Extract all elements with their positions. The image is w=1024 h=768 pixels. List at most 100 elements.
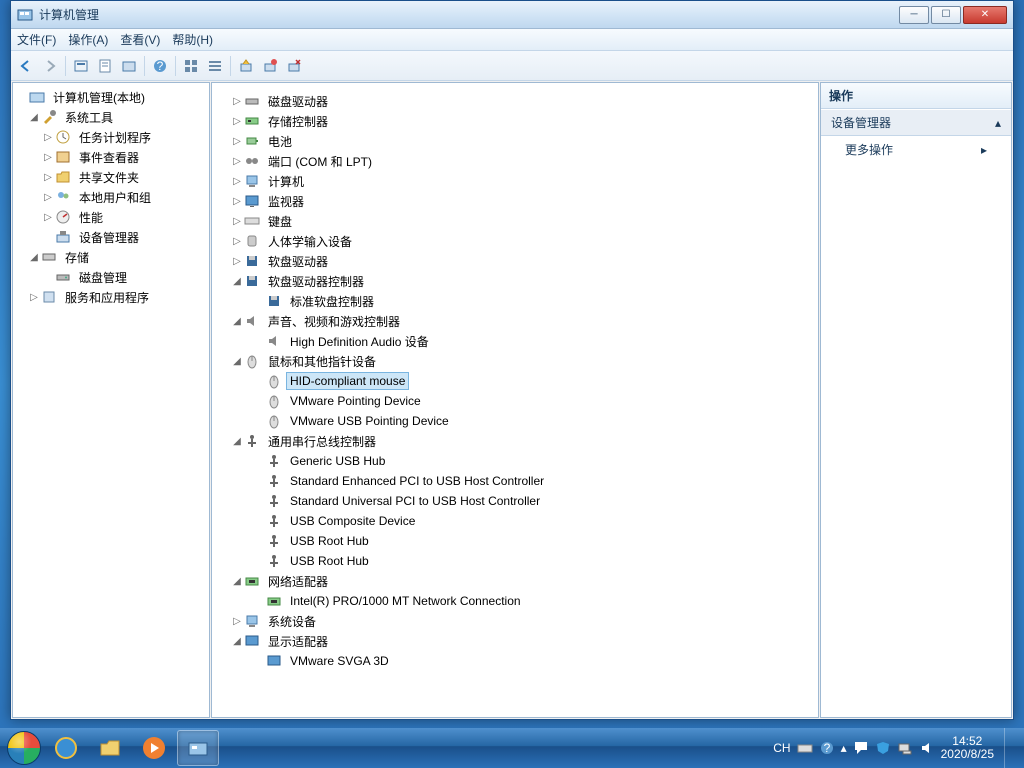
tree-systools[interactable]: ◢系统工具 bbox=[13, 107, 209, 127]
tree-devmgr[interactable]: 设备管理器 bbox=[13, 227, 209, 247]
close-button[interactable]: ✕ bbox=[963, 6, 1007, 24]
toggle-icon[interactable]: ◢ bbox=[230, 316, 244, 327]
actions-section[interactable]: 设备管理器 ▴ bbox=[821, 109, 1011, 136]
device-usb_c1[interactable]: Generic USB Hub bbox=[212, 451, 818, 471]
device-storctrl[interactable]: ▷存储控制器 bbox=[212, 111, 818, 131]
view-detail-button[interactable] bbox=[204, 55, 226, 77]
help-button[interactable]: ? bbox=[149, 55, 171, 77]
toggle-icon[interactable]: ▷ bbox=[230, 136, 244, 147]
device-disk[interactable]: ▷磁盘驱动器 bbox=[212, 91, 818, 111]
titlebar[interactable]: 计算机管理 ─ ☐ ✕ bbox=[11, 1, 1013, 29]
expand-icon[interactable]: ▷ bbox=[27, 292, 41, 303]
toggle-icon[interactable]: ▷ bbox=[230, 96, 244, 107]
toggle-icon[interactable]: ▷ bbox=[230, 616, 244, 627]
device-usb_c2[interactable]: Standard Enhanced PCI to USB Host Contro… bbox=[212, 471, 818, 491]
device-keyboard[interactable]: ▷键盘 bbox=[212, 211, 818, 231]
toggle-icon[interactable]: ◢ bbox=[230, 576, 244, 587]
expand-icon[interactable]: ▷ bbox=[41, 132, 55, 143]
tree-storage[interactable]: ◢存储 bbox=[13, 247, 209, 267]
actions-more[interactable]: 更多操作 ▸ bbox=[821, 136, 1011, 163]
device-display_c[interactable]: VMware SVGA 3D bbox=[212, 651, 818, 671]
device-display[interactable]: ◢显示适配器 bbox=[212, 631, 818, 651]
volume-tray-icon[interactable] bbox=[919, 740, 935, 756]
device-monitor[interactable]: ▷监视器 bbox=[212, 191, 818, 211]
collapse-icon[interactable]: ◢ bbox=[27, 252, 41, 263]
toggle-icon[interactable]: ◢ bbox=[230, 436, 244, 447]
taskbar-ie[interactable] bbox=[45, 730, 87, 766]
device-mouse_c1[interactable]: HID-compliant mouse bbox=[212, 371, 818, 391]
device-mouse_c3[interactable]: VMware USB Pointing Device bbox=[212, 411, 818, 431]
scan-button[interactable] bbox=[235, 55, 257, 77]
tree-perf[interactable]: ▷性能 bbox=[13, 207, 209, 227]
start-button[interactable] bbox=[4, 728, 44, 768]
device-usb_c3[interactable]: Standard Universal PCI to USB Host Contr… bbox=[212, 491, 818, 511]
tree-shared[interactable]: ▷共享文件夹 bbox=[13, 167, 209, 187]
tree-users[interactable]: ▷本地用户和组 bbox=[13, 187, 209, 207]
expand-icon[interactable]: ▷ bbox=[41, 172, 55, 183]
toggle-icon[interactable]: ▷ bbox=[230, 196, 244, 207]
tray-clock[interactable]: 14:52 2020/8/25 bbox=[941, 735, 994, 761]
keyboard-tray-icon[interactable] bbox=[797, 740, 813, 756]
tree-task[interactable]: ▷任务计划程序 bbox=[13, 127, 209, 147]
device-mouse_c2[interactable]: VMware Pointing Device bbox=[212, 391, 818, 411]
up-button[interactable] bbox=[70, 55, 92, 77]
help-tray-icon[interactable]: ? bbox=[819, 740, 835, 756]
network-tray-icon[interactable] bbox=[897, 740, 913, 756]
export-button[interactable] bbox=[118, 55, 140, 77]
menu-view[interactable]: 查看(V) bbox=[120, 31, 160, 48]
action-center-icon[interactable] bbox=[853, 740, 869, 756]
toggle-icon[interactable]: ▷ bbox=[230, 176, 244, 187]
toggle-icon[interactable]: ▷ bbox=[230, 216, 244, 227]
device-sound_c[interactable]: High Definition Audio 设备 bbox=[212, 331, 818, 351]
minimize-button[interactable]: ─ bbox=[899, 6, 929, 24]
shield-tray-icon[interactable] bbox=[875, 740, 891, 756]
update-button[interactable] bbox=[259, 55, 281, 77]
toggle-icon[interactable]: ▷ bbox=[230, 116, 244, 127]
view-large-button[interactable] bbox=[180, 55, 202, 77]
menu-action[interactable]: 操作(A) bbox=[68, 31, 108, 48]
forward-button[interactable] bbox=[39, 55, 61, 77]
ime-indicator[interactable]: CH bbox=[773, 741, 790, 755]
device-sound[interactable]: ◢声音、视频和游戏控制器 bbox=[212, 311, 818, 331]
device-sysdev[interactable]: ▷系统设备 bbox=[212, 611, 818, 631]
toggle-icon[interactable]: ▷ bbox=[230, 256, 244, 267]
tree-diskmgmt[interactable]: 磁盘管理 bbox=[13, 267, 209, 287]
device-net[interactable]: ◢网络适配器 bbox=[212, 571, 818, 591]
toggle-icon[interactable]: ▷ bbox=[230, 156, 244, 167]
tree-root[interactable]: 计算机管理(本地) bbox=[13, 87, 209, 107]
tray-chevron-icon[interactable]: ▴ bbox=[841, 741, 847, 755]
device-hid[interactable]: ▷人体学输入设备 bbox=[212, 231, 818, 251]
device-floppy[interactable]: ▷软盘驱动器 bbox=[212, 251, 818, 271]
toggle-icon[interactable]: ▷ bbox=[230, 236, 244, 247]
uninstall-button[interactable] bbox=[283, 55, 305, 77]
device-battery[interactable]: ▷电池 bbox=[212, 131, 818, 151]
collapse-icon[interactable]: ◢ bbox=[27, 112, 41, 123]
show-desktop-button[interactable] bbox=[1004, 728, 1014, 768]
device-usb_c4[interactable]: USB Composite Device bbox=[212, 511, 818, 531]
device-mouse[interactable]: ◢鼠标和其他指针设备 bbox=[212, 351, 818, 371]
taskbar-mmc[interactable] bbox=[177, 730, 219, 766]
device-floppyctrl_c[interactable]: 标准软盘控制器 bbox=[212, 291, 818, 311]
maximize-button[interactable]: ☐ bbox=[931, 6, 961, 24]
expand-icon[interactable]: ▷ bbox=[41, 212, 55, 223]
nav-tree[interactable]: 计算机管理(本地) ◢系统工具 ▷任务计划程序 ▷事件查看器 ▷共享文件夹 ▷本… bbox=[13, 83, 209, 311]
device-usb_c5[interactable]: USB Root Hub bbox=[212, 531, 818, 551]
expand-icon[interactable]: ▷ bbox=[41, 192, 55, 203]
device-floppyctrl[interactable]: ◢软盘驱动器控制器 bbox=[212, 271, 818, 291]
device-net_c[interactable]: Intel(R) PRO/1000 MT Network Connection bbox=[212, 591, 818, 611]
toggle-icon[interactable]: ◢ bbox=[230, 276, 244, 287]
toggle-icon[interactable]: ◢ bbox=[230, 636, 244, 647]
device-tree[interactable]: ▷磁盘驱动器▷存储控制器▷电池▷端口 (COM 和 LPT)▷计算机▷监视器▷键… bbox=[212, 87, 818, 675]
device-computer[interactable]: ▷计算机 bbox=[212, 171, 818, 191]
back-button[interactable] bbox=[15, 55, 37, 77]
device-ports[interactable]: ▷端口 (COM 和 LPT) bbox=[212, 151, 818, 171]
device-tree-scroll[interactable]: ▷磁盘驱动器▷存储控制器▷电池▷端口 (COM 和 LPT)▷计算机▷监视器▷键… bbox=[212, 83, 818, 717]
device-usb[interactable]: ◢通用串行总线控制器 bbox=[212, 431, 818, 451]
taskbar-mediaplayer[interactable] bbox=[133, 730, 175, 766]
toggle-icon[interactable]: ◢ bbox=[230, 356, 244, 367]
expand-icon[interactable]: ▷ bbox=[41, 152, 55, 163]
device-usb_c6[interactable]: USB Root Hub bbox=[212, 551, 818, 571]
properties-button[interactable] bbox=[94, 55, 116, 77]
menu-file[interactable]: 文件(F) bbox=[17, 31, 56, 48]
taskbar[interactable]: CH ? ▴ 14:52 2020/8/25 bbox=[0, 728, 1024, 768]
